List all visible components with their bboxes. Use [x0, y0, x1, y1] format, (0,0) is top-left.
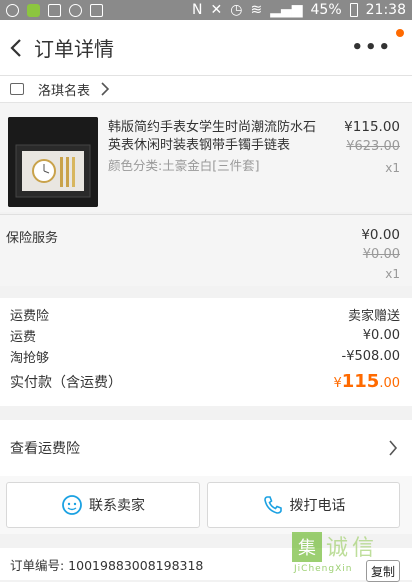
signal-icon: ▂▄▆: [270, 2, 303, 18]
wifi-icon: ≋: [250, 2, 263, 18]
order-number-text: 订单编号: 10019883008198318: [10, 557, 204, 573]
fee-row: 淘抢够 -¥508.00: [10, 346, 400, 367]
fee-value: -¥508.00: [341, 349, 400, 364]
fee-row: 运费 ¥0.00: [10, 325, 400, 346]
contact-seller-button[interactable]: 联系卖家: [6, 482, 200, 528]
more-icon: •••: [351, 37, 392, 58]
alarm-icon: ◷: [230, 2, 243, 18]
page-title: 订单详情: [34, 37, 114, 61]
chevron-right-icon: [101, 82, 110, 96]
fee-label: 运费: [10, 330, 37, 345]
freight-insurance-label: 查看运费险: [10, 441, 80, 457]
contact-seller-label: 联系卖家: [89, 498, 145, 514]
status-bar: N ✕ ◷ ≋ ▂▄▆ 45% 21:38: [0, 0, 412, 20]
product-image: [8, 117, 98, 207]
call-label: 拨打电话: [289, 498, 346, 514]
header: 订单详情 •••: [0, 20, 412, 76]
battery-percent: 45%: [310, 2, 342, 18]
fee-value: 卖家赠送: [347, 309, 400, 324]
fee-summary: 运费险 卖家赠送 运费 ¥0.00 淘抢够 -¥508.00 实付款（含运费） …: [0, 298, 412, 406]
call-button[interactable]: 拨打电话: [207, 482, 400, 528]
battery-icon: [349, 3, 358, 17]
total-label: 实付款（含运费）: [10, 374, 122, 391]
product-price: ¥115.00: [344, 119, 400, 135]
fee-label: 淘抢够: [10, 351, 50, 366]
notification-icon: [6, 3, 19, 17]
watermark-logo: 集 诚信 JiChengXin: [292, 530, 404, 576]
mute-icon: ✕: [210, 2, 223, 18]
fee-row: 运费险 卖家赠送: [10, 304, 400, 325]
product-title: 韩版简约手表女学生时尚潮流防水石英表休闲时装表钢带手镯手链表: [108, 120, 317, 153]
action-bar: 联系卖家 拨打电话: [0, 476, 412, 534]
nfc-icon: N: [192, 2, 203, 18]
insurance-label: 保险服务: [6, 231, 59, 246]
insurance-price: ¥0.00: [361, 227, 400, 243]
phone-icon: [263, 496, 282, 514]
shop-icon: [10, 83, 24, 95]
shop-name: 洛琪名表: [38, 83, 91, 99]
app-notification-icon: [27, 3, 40, 17]
product-sku: 颜色分类:土豪金白[三件套]: [108, 158, 260, 173]
insurance-quantity: x1: [385, 267, 400, 281]
chat-icon: [62, 495, 82, 515]
total-row: 实付款（含运费） ¥115.00: [10, 371, 400, 392]
notification-dot: [396, 29, 404, 37]
watermark-mark: 集: [292, 532, 322, 562]
fee-label: 运费险: [10, 309, 50, 324]
more-menu-button[interactable]: •••: [351, 29, 404, 58]
qq-icon: [69, 3, 82, 17]
total-amount: ¥115.00: [333, 371, 400, 392]
insurance-service: 保险服务 ¥0.00 ¥0.00 x1: [0, 214, 412, 286]
product-original-price: ¥623.00: [346, 139, 400, 154]
product-item[interactable]: 韩版简约手表女学生时尚潮流防水石英表休闲时装表钢带手镯手链表 颜色分类:土豪金白…: [0, 102, 412, 212]
fee-value: ¥0.00: [362, 328, 400, 343]
image-icon: [48, 3, 61, 17]
product-quantity: x1: [385, 161, 400, 175]
watermark-text: 诚信: [326, 536, 379, 561]
view-freight-insurance[interactable]: 查看运费险: [0, 420, 412, 476]
back-arrow-icon[interactable]: [6, 37, 28, 59]
watermark-subtext: JiChengXin: [294, 564, 353, 574]
phone-icon: [90, 3, 103, 17]
chevron-right-icon: [389, 440, 398, 456]
shop-row[interactable]: 洛琪名表: [0, 76, 412, 102]
insurance-original-price: ¥0.00: [362, 247, 400, 262]
clock: 21:38: [365, 2, 406, 18]
